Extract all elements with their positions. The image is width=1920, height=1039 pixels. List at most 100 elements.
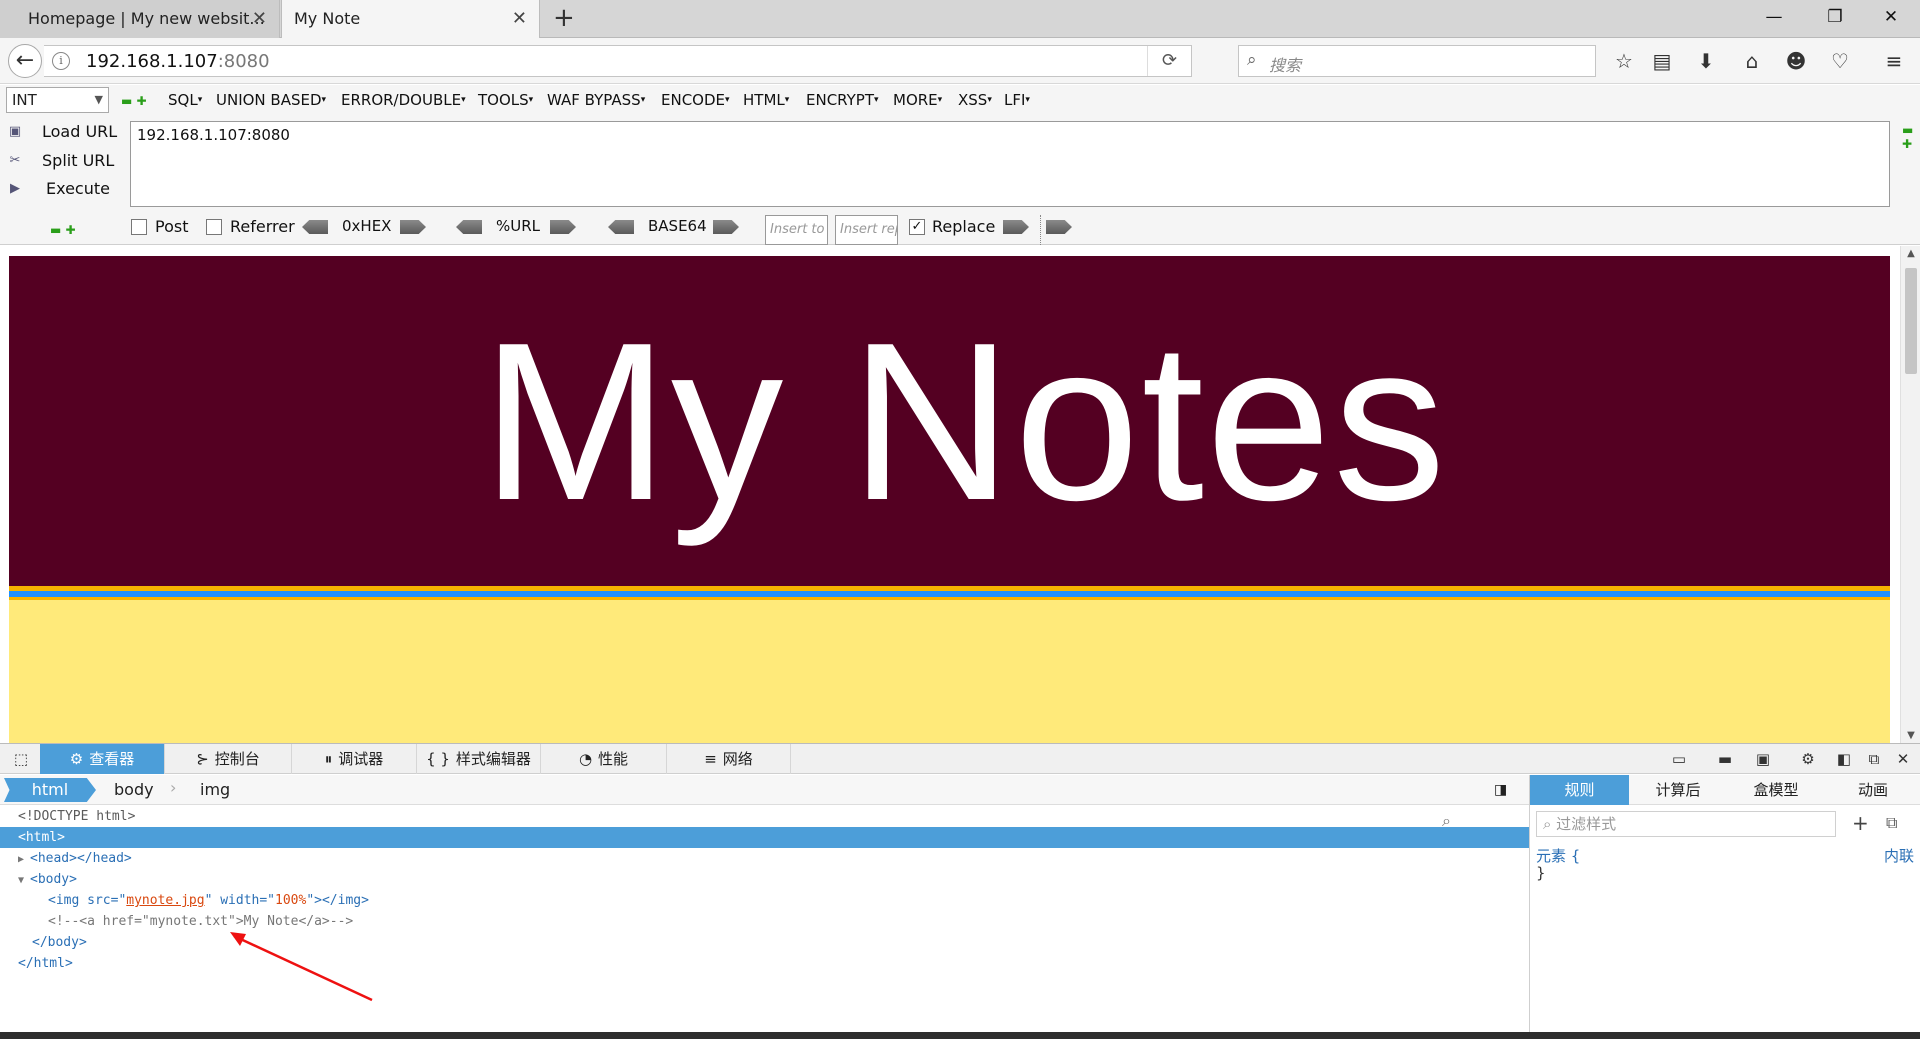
star-icon[interactable]: ☆ xyxy=(1608,46,1640,76)
url-text[interactable]: 192.168.1.107:8080 xyxy=(86,51,270,72)
frame-icon[interactable]: ▣ xyxy=(1752,748,1774,770)
tab-homepage[interactable]: Homepage | My new websit... ✕ xyxy=(0,0,280,38)
element-picker-icon[interactable]: ⬚ xyxy=(10,748,32,770)
chat-icon[interactable]: ☻ xyxy=(1780,46,1812,76)
insert-to-replace-input[interactable]: Insert to r xyxy=(765,215,828,245)
breadcrumb-img[interactable]: img xyxy=(200,778,230,802)
insert-replacement-input[interactable]: Insert rep xyxy=(835,215,898,245)
tab-style-editor[interactable]: { } 样式编辑器 xyxy=(417,744,541,774)
minus-icon: ▬ xyxy=(50,223,62,237)
tab-inspector[interactable]: ⚙ 查看器 xyxy=(40,744,165,774)
url-decode-button[interactable] xyxy=(456,220,482,234)
pseudo-class-icon[interactable]: ⧉ xyxy=(1886,813,1897,833)
minimize-button[interactable]: — xyxy=(1751,0,1797,34)
tab-console[interactable]: ⊱ 控制台 xyxy=(165,744,292,774)
new-tab-button[interactable]: + xyxy=(553,0,575,38)
pocket-icon[interactable]: ♡ xyxy=(1824,46,1856,76)
restore-button[interactable]: ❐ xyxy=(1812,0,1858,34)
replace-all-button[interactable] xyxy=(1046,220,1072,234)
scroll-up-icon[interactable]: ▲ xyxy=(1901,248,1920,259)
filter-styles-input[interactable]: ⌕ 过滤样式 xyxy=(1536,811,1836,837)
menu-icon[interactable]: ≡ xyxy=(1878,46,1910,76)
type-select[interactable]: INT ▼ xyxy=(6,87,109,113)
markup-html-node[interactable]: <html> xyxy=(0,827,1529,848)
hackbar-options-row: ▬ ✚ Post Referrer 0xHEX %URL BASE64 Inse… xyxy=(0,215,1100,245)
rules-sidebar: 规则 计算后 盒模型 动画 ⌕ 过滤样式 + ⧉ 元素 { 内联 } xyxy=(1529,775,1920,1033)
gear-icon[interactable]: ⚙ xyxy=(1797,748,1819,770)
menu-encrypt[interactable]: ENCRYPT▾ xyxy=(806,91,879,109)
rule-selector[interactable]: 元素 { xyxy=(1536,845,1580,866)
responsive-icon[interactable]: ▭ xyxy=(1668,748,1690,770)
tab-my-note[interactable]: My Note ✕ xyxy=(281,0,540,39)
markup-head-node[interactable]: ▶ <head></head> xyxy=(0,848,1529,869)
separate-window-icon[interactable]: ⧉ xyxy=(1863,748,1885,770)
dock-side-icon[interactable]: ◧ xyxy=(1833,748,1855,770)
scroll-down-icon[interactable]: ▼ xyxy=(1901,730,1920,741)
close-icon[interactable]: ✕ xyxy=(512,0,527,38)
play-icon: ▶ xyxy=(10,181,20,196)
hex-decode-button[interactable] xyxy=(302,220,328,234)
menu-sql[interactable]: SQL▾ xyxy=(168,91,202,109)
rule-source[interactable]: 内联 xyxy=(1884,845,1914,866)
search-input[interactable]: ⌕ 搜索 xyxy=(1238,45,1596,77)
collapse-icon[interactable]: ▼ xyxy=(18,870,30,891)
red-arrow-annotation xyxy=(230,932,373,1002)
tab-rules[interactable]: 规则 xyxy=(1530,775,1629,805)
replace-apply-button[interactable] xyxy=(1003,220,1029,234)
arrow-shaft xyxy=(233,934,373,1002)
menu-union-based[interactable]: UNION BASED▾ xyxy=(216,91,326,109)
breadcrumb-body[interactable]: body xyxy=(114,778,154,802)
info-icon[interactable]: i xyxy=(52,52,70,70)
split-controls[interactable]: ▬ ✚ xyxy=(121,94,147,108)
network-icon: ≡ xyxy=(704,750,717,768)
tab-computed[interactable]: 计算后 xyxy=(1629,775,1727,805)
reload-icon[interactable]: ⟳ xyxy=(1147,46,1191,76)
menu-xss[interactable]: XSS▾ xyxy=(958,91,992,109)
breadcrumb-html[interactable]: html xyxy=(4,778,96,802)
menu-error-double[interactable]: ERROR/DOUBLE▾ xyxy=(341,91,466,109)
scroll-thumb[interactable] xyxy=(1905,268,1917,374)
tab-network[interactable]: ≡ 网络 xyxy=(667,744,791,774)
replace-checkbox[interactable]: ✓ xyxy=(909,219,925,235)
chevron-down-icon: ▼ xyxy=(94,93,103,106)
tab-debugger[interactable]: ⏸ 调试器 xyxy=(292,744,417,774)
hex-encode-button[interactable] xyxy=(400,220,426,234)
banner-image: My Notes xyxy=(9,256,1890,586)
download-icon[interactable]: ⬇ xyxy=(1690,46,1722,76)
menu-tools[interactable]: TOOLS▾ xyxy=(478,91,533,109)
reading-list-icon[interactable]: ▤ xyxy=(1646,46,1678,76)
url-encode-button[interactable] xyxy=(550,220,576,234)
menu-encode[interactable]: ENCODE▾ xyxy=(661,91,730,109)
tab-box-model[interactable]: 盒模型 xyxy=(1727,775,1825,805)
textarea-resize-controls[interactable]: ▬ ✚ xyxy=(1902,123,1913,151)
hackbar-url-textarea[interactable]: 192.168.1.107:8080 xyxy=(130,121,1890,207)
expand-icon[interactable]: ▶ xyxy=(18,849,30,870)
plus-icon: ✚ xyxy=(136,94,147,108)
screenshot-icon[interactable]: ▬ xyxy=(1714,748,1736,770)
menu-waf-bypass[interactable]: WAF BYPASS▾ xyxy=(547,91,645,109)
split-controls-bottom[interactable]: ▬ ✚ xyxy=(50,223,76,237)
menu-html[interactable]: HTML▾ xyxy=(743,91,789,109)
close-icon[interactable]: ✕ xyxy=(252,0,267,38)
back-arrow-icon[interactable]: ← xyxy=(8,44,42,78)
divider xyxy=(1040,215,1041,245)
markup-body-node[interactable]: ▼ <body> xyxy=(0,869,1529,890)
window-close-button[interactable]: ✕ xyxy=(1868,0,1914,34)
base64-decode-button[interactable] xyxy=(608,220,634,234)
tab-animations[interactable]: 动画 xyxy=(1825,775,1920,805)
add-rule-icon[interactable]: + xyxy=(1852,811,1869,835)
url-bar[interactable]: i 192.168.1.107:8080 ⟳ xyxy=(44,45,1192,77)
scissors-icon: ✂ xyxy=(9,153,21,168)
referrer-checkbox[interactable] xyxy=(206,219,222,235)
markup-img-node[interactable]: <img src="mynote.jpg" width="100%"></img… xyxy=(0,890,1529,911)
post-checkbox[interactable] xyxy=(131,219,147,235)
tab-performance[interactable]: ◔ 性能 xyxy=(541,744,667,774)
toggle-sidebar-icon[interactable]: ◨ xyxy=(1494,778,1507,802)
home-icon[interactable]: ⌂ xyxy=(1736,46,1768,76)
markup-doctype[interactable]: <!DOCTYPE html> xyxy=(0,806,1529,827)
page-scrollbar[interactable]: ▲ ▼ xyxy=(1900,246,1920,743)
menu-more[interactable]: MORE▾ xyxy=(893,91,942,109)
menu-lfi[interactable]: LFI▾ xyxy=(1004,91,1030,109)
base64-encode-button[interactable] xyxy=(713,220,739,234)
close-icon[interactable]: ✕ xyxy=(1892,748,1914,770)
